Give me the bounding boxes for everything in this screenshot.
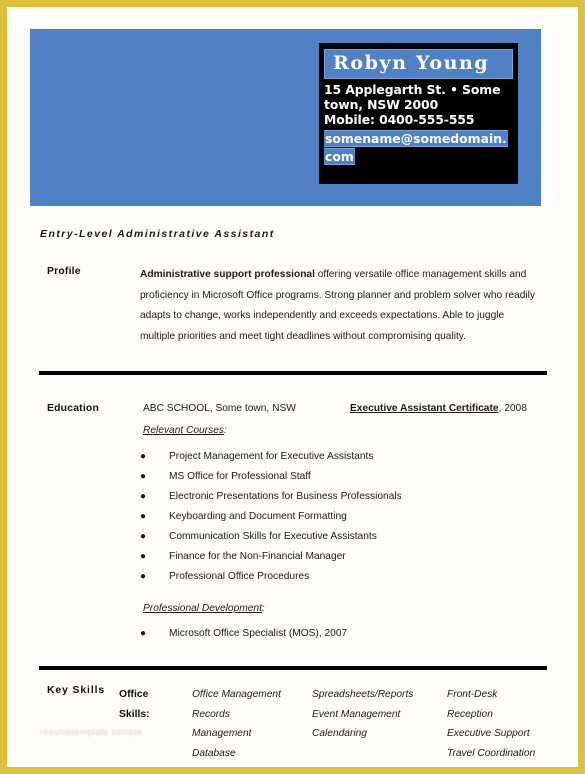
skill-item: Management — [192, 728, 252, 739]
skills-column-3: Front-Desk Reception Executive Support T… — [447, 685, 535, 763]
bullet-icon: ● — [140, 571, 147, 582]
divider-rule-bottom — [39, 666, 547, 670]
job-title: Entry-Level Administrative Assistant — [40, 228, 275, 240]
skill-item: Records — [192, 708, 230, 720]
address-line-1: 15 Applegarth St. • Some — [324, 82, 501, 97]
resume-page: Robyn Young 15 Applegarth St. • Some tow… — [0, 0, 585, 774]
skills-column-2: Spreadsheets/Reports Event Management Ca… — [312, 685, 413, 744]
address-line-2: town, NSW 2000 — [324, 97, 439, 113]
list-item-label: Project Management for Executive Assista… — [169, 451, 374, 462]
skill-item: Event Management — [312, 708, 401, 720]
relevant-courses-colon: : — [223, 425, 227, 436]
bullet-icon: ● — [140, 628, 147, 639]
list-item: ● Microsoft Office Specialist (MOS), 2007 — [133, 624, 347, 644]
skill-item: Reception — [447, 708, 493, 720]
list-item: ● MS Office for Professional Staff — [133, 467, 402, 487]
list-item-label: Keyboarding and Document Formatting — [169, 511, 347, 522]
subheading-professional-development: Professional Development: — [143, 603, 265, 614]
bullet-icon: ● — [140, 471, 147, 482]
education-school: ABC SCHOOL, Some town, NSW — [143, 403, 296, 414]
bullet-icon: ● — [140, 491, 147, 502]
office-skills-label: Office Skills: — [119, 689, 150, 720]
certificate-name: Executive Assistant Certificate — [350, 403, 499, 414]
section-label-profile: Profile — [47, 266, 81, 277]
list-item-label: Microsoft Office Specialist (MOS), 2007 — [169, 628, 348, 639]
skill-item: Front-Desk — [447, 689, 498, 700]
section-label-key-skills: Key Skills — [47, 685, 106, 696]
watermark-text: resumetemplate sample — [40, 727, 143, 737]
list-item: ● Keyboarding and Document Formatting — [133, 507, 402, 527]
professional-development-list: ● Microsoft Office Specialist (MOS), 2007 — [133, 624, 347, 644]
list-item: ● Project Management for Executive Assist… — [133, 447, 402, 467]
professional-development-text: Professional Development — [143, 603, 262, 614]
skills-column-1: Office Management Records Management Dat… — [192, 685, 281, 763]
bullet-icon: ● — [140, 451, 147, 462]
bullet-icon: ● — [140, 531, 147, 542]
list-item: ● Professional Office Procedures — [133, 567, 402, 587]
list-item: ● Electronic Presentations for Business P… — [133, 487, 402, 507]
section-label-education: Education — [47, 403, 100, 414]
list-item-label: MS Office for Professional Staff — [169, 471, 311, 482]
profile-lead: Administrative support professional — [140, 269, 315, 280]
skill-item: Office Management — [192, 689, 281, 700]
list-item-label: Finance for the Non-Financial Manager — [169, 551, 346, 562]
skill-item: Database — [192, 747, 236, 759]
divider-rule-top — [39, 371, 547, 375]
bullet-icon: ● — [140, 511, 147, 522]
mobile-number: Mobile: 0400-555-555 — [324, 112, 475, 128]
skill-item: Spreadsheets/Reports — [312, 689, 414, 700]
list-item-label: Professional Office Procedures — [169, 571, 310, 582]
contact-block: Robyn Young 15 Applegarth St. • Some tow… — [319, 43, 518, 184]
professional-development-colon: : — [261, 603, 265, 614]
education-certificate: Executive Assistant Certificate, 2008 — [350, 403, 527, 414]
profile-text: Administrative support professional offe… — [140, 265, 540, 347]
list-item-label: Communication Skills for Executive Assis… — [169, 531, 377, 542]
relevant-courses-list: ● Project Management for Executive Assist… — [133, 447, 402, 587]
certificate-year: , 2008 — [498, 403, 527, 414]
skill-item: Calendaring — [312, 728, 367, 739]
list-item: ● Communication Skills for Executive Assi… — [133, 527, 402, 547]
email-wrapper: somename@somedomain.com — [324, 129, 513, 166]
skill-item: Executive Support — [447, 728, 530, 739]
list-item-label: Electronic Presentations for Business Pr… — [169, 491, 402, 502]
skill-item: Travel Coordination — [447, 747, 536, 759]
relevant-courses-text: Relevant Courses — [143, 425, 224, 436]
list-item: ● Finance for the Non-Financial Manager — [133, 547, 402, 567]
subheading-relevant-courses: Relevant Courses: — [143, 425, 227, 436]
email-address[interactable]: somename@somedomain.com — [324, 129, 508, 165]
name-plate: Robyn Young — [324, 49, 513, 79]
bullet-icon: ● — [140, 551, 147, 562]
candidate-name: Robyn Young — [333, 52, 490, 74]
